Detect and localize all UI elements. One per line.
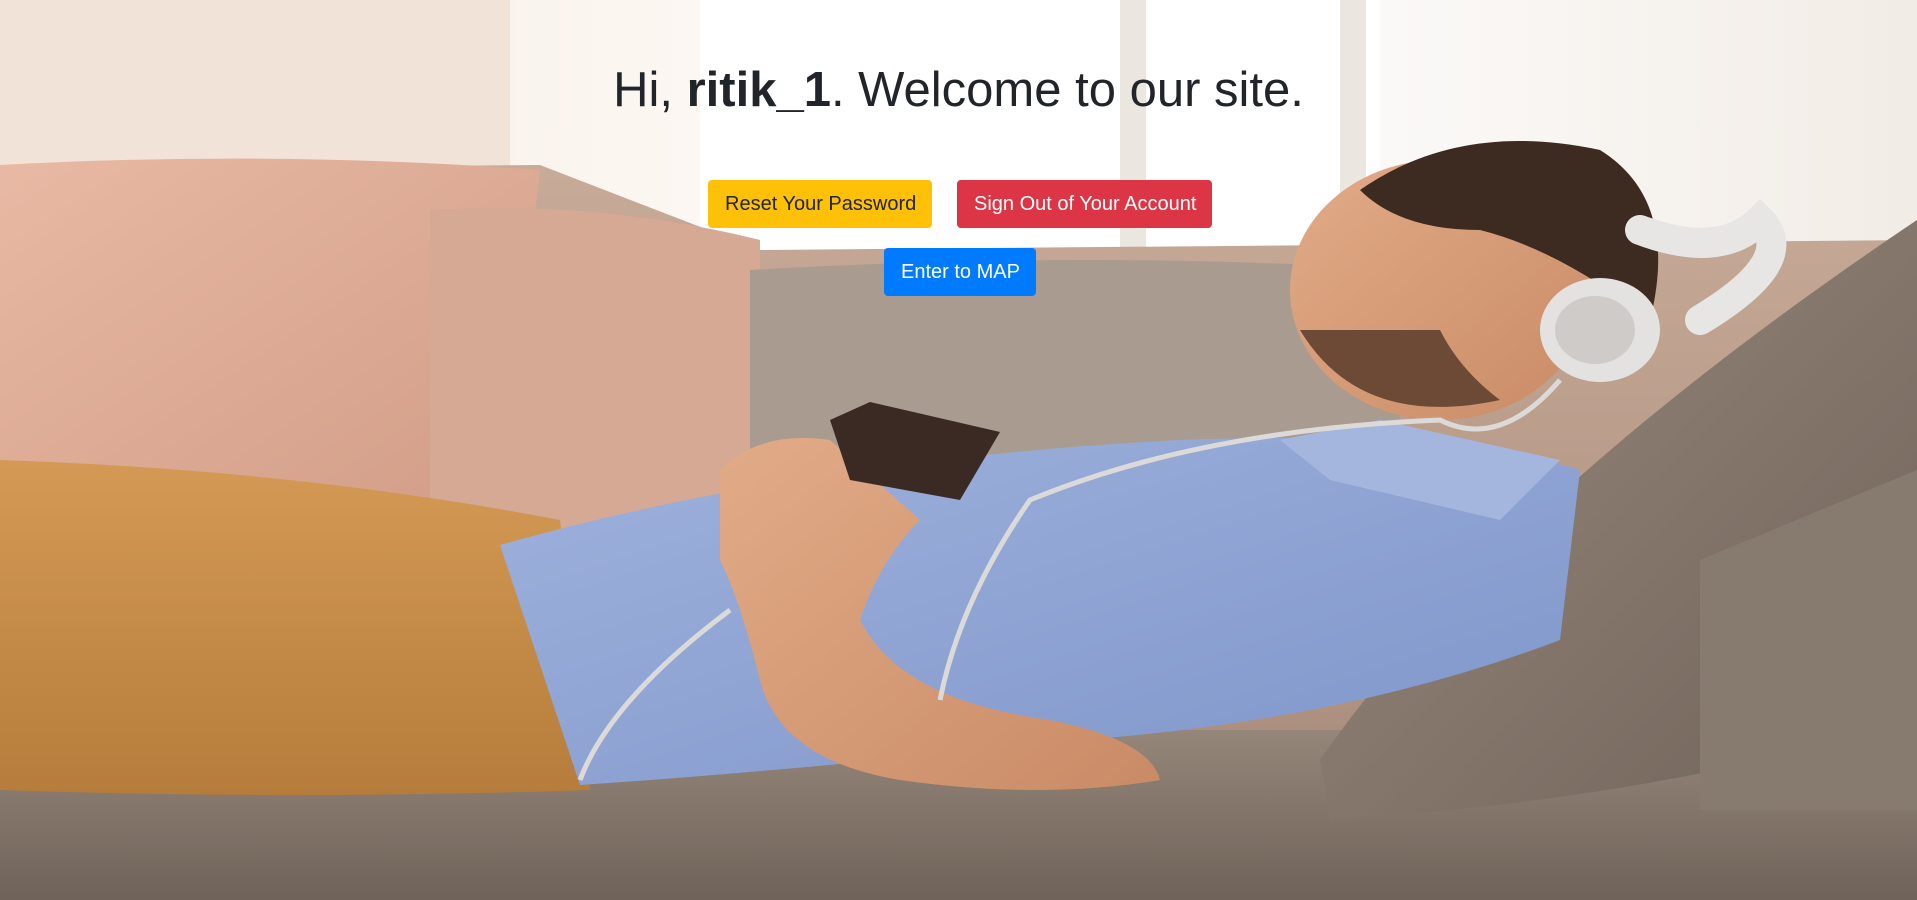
welcome-heading: Hi, ritik_1. Welcome to our site. — [0, 60, 1917, 120]
enter-map-button[interactable]: Enter to MAP — [884, 248, 1036, 296]
reset-password-button[interactable]: Reset Your Password — [708, 180, 932, 228]
greeting-suffix: . Welcome to our site. — [830, 63, 1304, 117]
username: ritik_1 — [686, 63, 831, 117]
main-content: Hi, ritik_1. Welcome to our site. Reset … — [0, 0, 1917, 900]
sign-out-button[interactable]: Sign Out of Your Account — [957, 180, 1212, 228]
page: Hi, ritik_1. Welcome to our site. Reset … — [0, 0, 1917, 900]
greeting-prefix: Hi, — [613, 63, 687, 117]
